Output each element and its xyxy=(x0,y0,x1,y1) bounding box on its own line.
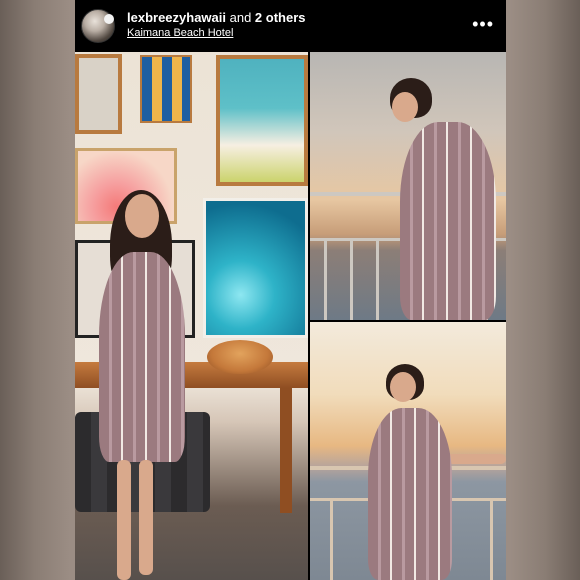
post-header: lexbreezyhawaii and 2 others Kaimana Bea… xyxy=(75,0,506,52)
coauthors-text: and 2 others xyxy=(226,10,306,25)
wrap-dress xyxy=(99,252,185,462)
face xyxy=(392,92,418,122)
face xyxy=(125,194,159,238)
avatar[interactable] xyxy=(81,9,115,43)
more-options-icon[interactable]: ••• xyxy=(472,14,494,34)
framed-photo xyxy=(75,54,122,134)
table-leg xyxy=(280,388,292,513)
avatar-badge-icon xyxy=(104,14,114,24)
photo-top-right[interactable] xyxy=(310,52,506,320)
balcony-post xyxy=(490,498,493,580)
wrap-dress xyxy=(400,122,496,320)
wrap-dress xyxy=(368,408,452,580)
leg xyxy=(139,460,153,575)
balcony-post xyxy=(330,498,333,580)
username-link[interactable]: lexbreezyhawaii xyxy=(127,10,226,25)
photo-left[interactable] xyxy=(75,52,308,580)
framed-beach-art xyxy=(216,55,308,186)
wooden-bowl xyxy=(207,340,273,374)
leg xyxy=(117,460,131,580)
balcony-post xyxy=(350,238,353,320)
balcony-post xyxy=(324,238,327,320)
framed-ocean-art xyxy=(203,198,308,338)
instagram-post: lexbreezyhawaii and 2 others Kaimana Bea… xyxy=(75,0,506,580)
coauthors-link[interactable]: 2 others xyxy=(255,10,306,25)
photo-bottom-right[interactable] xyxy=(310,322,506,580)
location-link[interactable]: Kaimana Beach Hotel xyxy=(127,27,233,39)
username-line: lexbreezyhawaii and 2 others xyxy=(127,10,306,25)
coauthors-prefix: and xyxy=(226,10,255,25)
framed-abstract-art xyxy=(140,55,192,123)
balcony-post xyxy=(376,238,379,320)
face xyxy=(390,372,416,402)
